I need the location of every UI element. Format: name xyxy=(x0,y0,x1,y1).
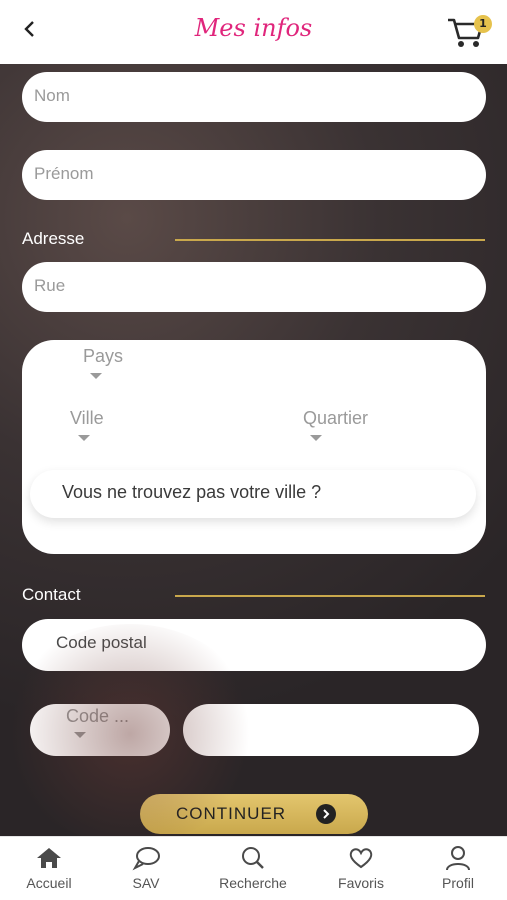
form-area: Nom Prénom Adresse Rue Pays Ville Quarti… xyxy=(0,64,507,836)
arrow-right-icon xyxy=(316,804,336,824)
tab-profil-label: Profil xyxy=(442,875,474,891)
cart-count-badge: 1 xyxy=(474,15,492,33)
adresse-divider xyxy=(175,239,485,241)
continue-button[interactable]: CONTINUER xyxy=(140,794,368,834)
search-icon xyxy=(242,847,264,869)
heart-icon xyxy=(349,848,373,869)
code-postal-placeholder: Code postal xyxy=(56,633,147,652)
pays-chevron-down-icon xyxy=(90,373,102,379)
tab-accueil-label: Accueil xyxy=(26,875,72,891)
city-not-found-button[interactable]: Vous ne trouvez pas votre ville ? xyxy=(30,470,476,518)
continue-label: CONTINUER xyxy=(176,804,287,823)
prenom-field[interactable]: Prénom xyxy=(22,150,486,200)
tab-accueil[interactable]: Accueil xyxy=(4,845,94,891)
bottom-tab-bar: Accueil SAV Recherche Favoris Profil xyxy=(0,836,507,900)
country-code-select[interactable]: Code ... xyxy=(30,704,170,756)
country-code-chevron-down-icon xyxy=(74,732,86,738)
location-card: Pays Ville Quartier Vous ne trouvez pas … xyxy=(22,340,486,554)
prenom-placeholder: Prénom xyxy=(34,164,94,183)
tab-favoris-label: Favoris xyxy=(338,875,384,891)
pays-select[interactable]: Pays xyxy=(83,346,123,367)
page-title: Mes infos xyxy=(194,14,313,42)
city-not-found-label: Vous ne trouvez pas votre ville ? xyxy=(62,482,322,502)
tab-recherche[interactable]: Recherche xyxy=(208,845,298,891)
nom-placeholder: Nom xyxy=(34,86,70,105)
top-bar: Mes infos 1 xyxy=(0,0,507,64)
ville-chevron-down-icon xyxy=(78,435,90,441)
phone-number-field[interactable] xyxy=(183,704,479,756)
ville-select[interactable]: Ville xyxy=(70,408,104,429)
quartier-select[interactable]: Quartier xyxy=(303,408,368,429)
tab-favoris[interactable]: Favoris xyxy=(316,845,406,891)
tab-recherche-label: Recherche xyxy=(219,875,287,891)
tab-sav[interactable]: SAV xyxy=(101,845,191,891)
country-code-label: Code ... xyxy=(66,706,130,726)
code-postal-field[interactable]: Code postal xyxy=(22,619,486,671)
tab-sav-label: SAV xyxy=(132,875,160,891)
user-icon xyxy=(446,846,470,871)
contact-section-label: Contact xyxy=(22,585,81,604)
tab-profil[interactable]: Profil xyxy=(413,845,503,891)
adresse-section-label: Adresse xyxy=(22,229,85,248)
chat-icon xyxy=(132,847,160,871)
home-icon xyxy=(37,848,61,868)
rue-placeholder: Rue xyxy=(34,276,66,295)
nom-field[interactable]: Nom xyxy=(22,72,486,122)
rue-field[interactable]: Rue xyxy=(22,262,486,312)
quartier-chevron-down-icon xyxy=(310,435,322,441)
contact-divider xyxy=(175,595,485,597)
